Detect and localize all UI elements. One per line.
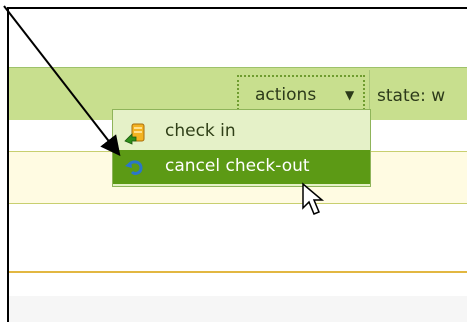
divider-line <box>9 271 467 273</box>
menu-item-label: check in <box>165 121 236 141</box>
actions-dropdown-menu: check in cancel check-out <box>112 109 371 187</box>
screenshot-frame: actions ▼ state: w check in cancel check… <box>7 7 467 322</box>
menu-item-check-in[interactable]: check in <box>113 115 370 149</box>
caret-down-icon: ▼ <box>345 88 355 102</box>
state-label: state: w <box>377 86 446 106</box>
actions-label: actions <box>255 85 317 105</box>
check-in-icon <box>123 121 147 145</box>
footer-strip <box>9 296 467 322</box>
menu-item-cancel-check-out[interactable]: cancel check-out <box>113 150 370 184</box>
menu-item-label: cancel check-out <box>165 156 310 176</box>
cancel-check-out-icon <box>123 156 147 180</box>
